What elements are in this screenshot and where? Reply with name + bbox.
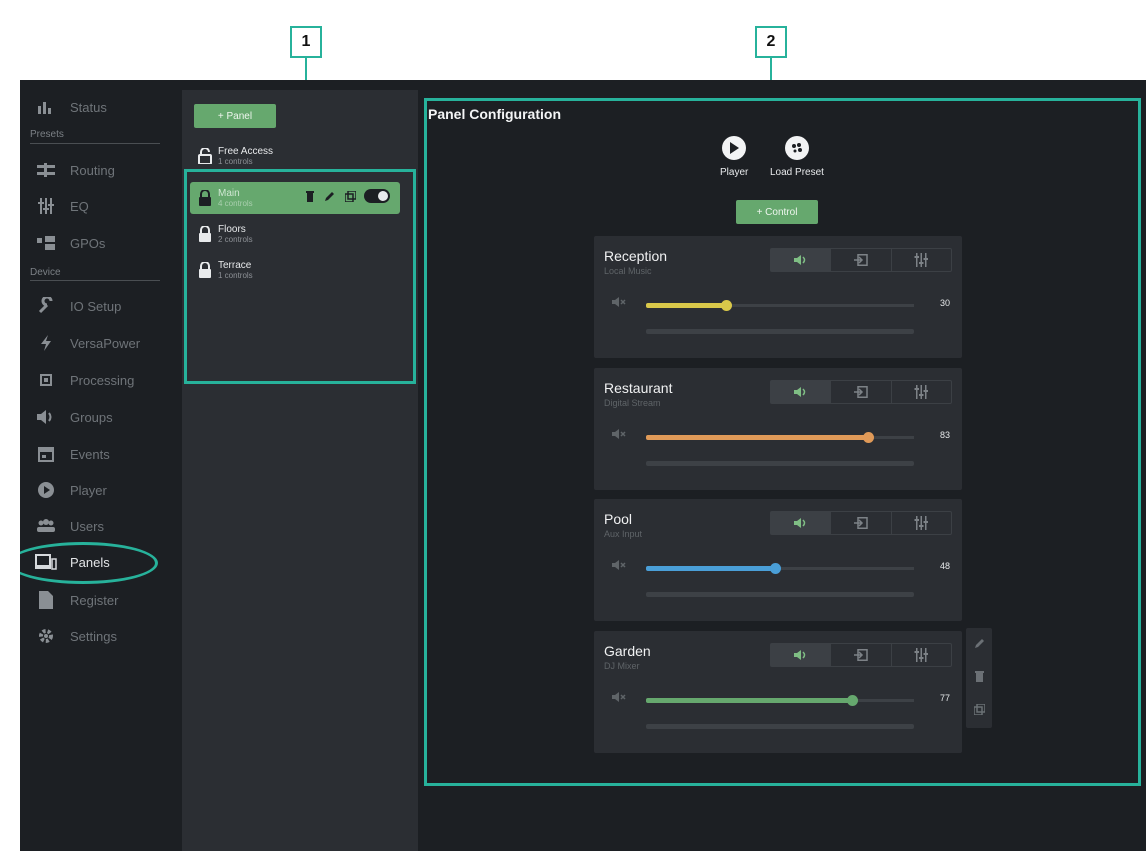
nav-label-eq: EQ (70, 198, 89, 214)
nav-section-presets: Presets (30, 129, 64, 140)
routing-icon (34, 163, 58, 177)
nav-label-groups: Groups (70, 409, 113, 425)
nav-divider (30, 143, 160, 144)
nav-item-io-setup[interactable]: IO Setup (20, 291, 180, 321)
nav-item-processing[interactable]: Processing (20, 365, 180, 395)
nav-label-io-setup: IO Setup (70, 298, 122, 314)
chip-icon (34, 372, 58, 388)
wrench-icon (34, 297, 58, 315)
gpo-icon (34, 236, 58, 250)
nav-label-player: Player (70, 482, 107, 498)
highlight-box-1 (184, 169, 416, 384)
nav-item-groups[interactable]: Groups (20, 402, 180, 432)
add-panel-button[interactable]: + Panel (194, 104, 276, 128)
document-icon (34, 591, 58, 609)
nav-label-versapower: VersaPower (70, 335, 141, 351)
speaker-icon (34, 409, 58, 425)
callout-1: 1 (290, 26, 322, 58)
nav-label-events: Events (70, 446, 110, 462)
nav-item-routing[interactable]: Routing (20, 155, 180, 185)
bar-chart-icon (34, 100, 58, 114)
nav-item-player[interactable]: Player (20, 475, 180, 505)
users-icon (34, 519, 58, 533)
calendar-icon (34, 446, 58, 462)
nav-item-settings[interactable]: Settings (20, 621, 180, 651)
nav-label-users: Users (70, 518, 104, 534)
nav-label-processing: Processing (70, 372, 135, 388)
nav-divider (30, 280, 160, 281)
panel-name: Free Access (218, 146, 274, 157)
nav-item-gpos[interactable]: GPOs (20, 228, 180, 258)
nav-item-status[interactable]: Status (20, 92, 180, 122)
unlock-icon (198, 148, 212, 164)
panel-row-free-access[interactable]: Free Access 1 controls (190, 140, 400, 172)
nav-item-events[interactable]: Events (20, 439, 180, 469)
nav-item-eq[interactable]: EQ (20, 191, 180, 221)
nav-item-users[interactable]: Users (20, 511, 180, 541)
play-icon (34, 482, 58, 498)
callout-2: 2 (755, 26, 787, 58)
eq-sliders-icon (34, 198, 58, 214)
nav-label-routing: Routing (70, 162, 115, 178)
panel-controls-count: 1 controls (218, 157, 253, 166)
nav-label-settings: Settings (70, 628, 117, 644)
nav-section-device: Device (30, 267, 61, 278)
app-window: Status Presets Routing EQ GPOs Device IO… (20, 80, 1146, 851)
nav-label-gpos: GPOs (70, 235, 106, 251)
nav-label-register: Register (70, 592, 119, 608)
bolt-icon (34, 335, 58, 351)
nav-item-register[interactable]: Register (20, 585, 180, 615)
panels-highlight-ellipse (20, 542, 158, 584)
highlight-box-2 (424, 98, 1141, 786)
nav-item-versapower[interactable]: VersaPower (20, 328, 180, 358)
gear-icon (34, 627, 58, 645)
nav-label-status: Status (70, 99, 107, 115)
